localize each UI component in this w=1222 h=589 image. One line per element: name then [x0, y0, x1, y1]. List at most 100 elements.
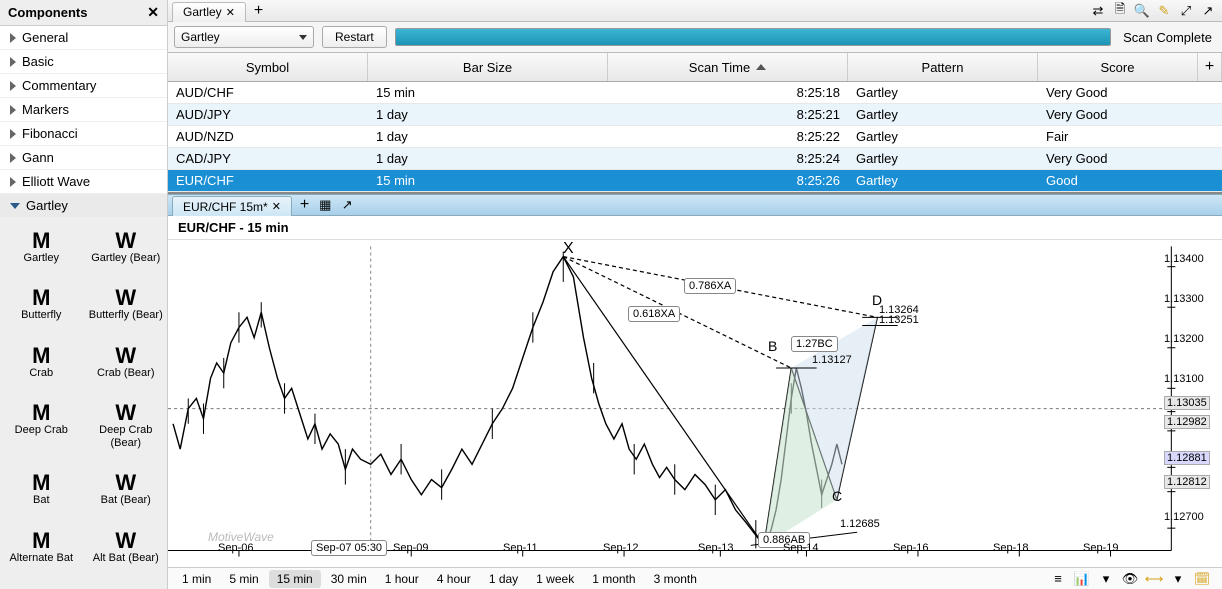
table-row[interactable]: CAD/JPY1 day8:25:24GartleyVery Good	[168, 148, 1222, 170]
add-tab-button[interactable]: +	[246, 2, 271, 20]
palette-crab-bear-[interactable]: WCrab (Bear)	[85, 341, 168, 396]
palette-deep-crab-bear-[interactable]: WDeep Crab (Bear)	[85, 398, 168, 466]
pattern-glyph-icon: W	[115, 530, 136, 552]
pattern-glyph-icon: M	[32, 287, 50, 309]
palette-butterfly[interactable]: MButterfly	[0, 283, 83, 338]
chevron-right-icon	[10, 153, 16, 163]
col-score[interactable]: Score	[1038, 53, 1198, 81]
swap-icon[interactable]: ⇄	[1090, 3, 1106, 19]
sidebar-item-general[interactable]: General	[0, 26, 167, 50]
pattern-glyph-icon: M	[32, 345, 50, 367]
close-icon[interactable]: ✕	[226, 6, 235, 19]
palette-gartley-bear-[interactable]: WGartley (Bear)	[85, 226, 168, 281]
palette-bat[interactable]: MBat	[0, 468, 83, 523]
timeframe-1min[interactable]: 1 min	[174, 570, 219, 588]
grid-icon[interactable]: ▦	[317, 197, 333, 213]
calendar-icon[interactable]: 🗓	[1194, 571, 1210, 587]
add-column-button[interactable]: +	[1198, 53, 1222, 81]
scan-status: Scan Complete	[1119, 30, 1216, 45]
timeframe-5min[interactable]: 5 min	[221, 570, 266, 588]
sidebar-item-fibonacci[interactable]: Fibonacci	[0, 122, 167, 146]
scan-toolbar: Gartley Restart Scan Complete	[168, 22, 1222, 53]
sidebar-item-label: Gartley	[26, 198, 68, 213]
x-tick: Sep-06	[218, 542, 253, 554]
label-618xa: 0.618XA	[628, 306, 680, 322]
timeframe-1month[interactable]: 1 month	[584, 570, 643, 588]
pencil-icon[interactable]: ✎	[1156, 3, 1172, 19]
sidebar-item-elliott-wave[interactable]: Elliott Wave	[0, 170, 167, 194]
popout-icon[interactable]: ↗	[1200, 3, 1216, 19]
candle-icon[interactable]: 📊	[1074, 571, 1090, 587]
palette-butterfly-bear-[interactable]: WButterfly (Bear)	[85, 283, 168, 338]
add-chart-tab-button[interactable]: +	[292, 196, 317, 214]
chart-tab[interactable]: EUR/CHF 15m* ✕	[172, 196, 292, 216]
x-tick: Sep-14	[783, 542, 818, 554]
progress-bar	[395, 28, 1111, 46]
palette-crab[interactable]: MCrab	[0, 341, 83, 396]
chart-body[interactable]: X B C D 0.786XA 0.618XA 1.27BC 0.886AB 1…	[168, 239, 1222, 567]
timeframe-1week[interactable]: 1 week	[528, 570, 582, 588]
expand-icon[interactable]: ⤢	[1178, 3, 1194, 19]
x-tick: Sep-11	[503, 542, 538, 554]
pattern-glyph-icon: M	[32, 472, 50, 494]
strategy-dropdown[interactable]: Gartley	[174, 26, 314, 48]
col-pattern[interactable]: Pattern	[848, 53, 1038, 81]
y-tick: 1.12982	[1164, 415, 1210, 429]
tab-gartley[interactable]: Gartley ✕	[172, 2, 246, 22]
col-barsize[interactable]: Bar Size	[368, 53, 608, 81]
dropdown-icon[interactable]: ▾	[1098, 571, 1114, 587]
table-row[interactable]: EUR/CHF15 min8:25:26GartleyGood	[168, 170, 1222, 192]
timeframe-30min[interactable]: 30 min	[323, 570, 375, 588]
close-icon[interactable]: ✕	[272, 200, 281, 213]
pattern-glyph-icon: M	[32, 530, 50, 552]
col-symbol[interactable]: Symbol	[168, 53, 368, 81]
level-a: 1.12685	[840, 518, 880, 530]
chevron-right-icon	[10, 129, 16, 139]
label-786xa: 0.786XA	[684, 278, 736, 294]
close-icon[interactable]: ✕	[147, 4, 159, 21]
timeframe-3month[interactable]: 3 month	[646, 570, 705, 588]
main-tabbar: Gartley ✕ + ⇄ 🗎 🔍 ✎ ⤢ ↗	[168, 0, 1222, 22]
timeframe-1hour[interactable]: 1 hour	[377, 570, 427, 588]
restart-button[interactable]: Restart	[322, 26, 387, 48]
pattern-glyph-icon: W	[115, 402, 136, 424]
popout-icon[interactable]: ↗	[339, 197, 355, 213]
sidebar-item-commentary[interactable]: Commentary	[0, 74, 167, 98]
col-scantime[interactable]: Scan Time	[608, 53, 848, 81]
chart-title: EUR/CHF - 15 min	[168, 216, 1222, 239]
y-tick: 1.13300	[1164, 293, 1204, 305]
palette-gartley[interactable]: MGartley	[0, 226, 83, 281]
list-icon[interactable]: ≡	[1050, 571, 1066, 587]
x-tick: Sep-18	[993, 542, 1028, 554]
x-tick: Sep-19	[1083, 542, 1118, 554]
y-tick: 1.12812	[1164, 475, 1210, 489]
dropdown-icon[interactable]: ▾	[1170, 571, 1186, 587]
results-table: Symbol Bar Size Scan Time Pattern Score …	[168, 53, 1222, 194]
timeframe-4hour[interactable]: 4 hour	[429, 570, 479, 588]
sidebar-item-gann[interactable]: Gann	[0, 146, 167, 170]
palette-bat-bear-[interactable]: WBat (Bear)	[85, 468, 168, 523]
table-row[interactable]: AUD/CHF15 min8:25:18GartleyVery Good	[168, 82, 1222, 104]
eye-icon[interactable]: 👁	[1122, 571, 1138, 587]
sidebar-item-markers[interactable]: Markers	[0, 98, 167, 122]
range-icon[interactable]: ⟷	[1146, 571, 1162, 587]
x-tick: Sep-12	[603, 542, 638, 554]
table-row[interactable]: AUD/NZD1 day8:25:22GartleyFair	[168, 126, 1222, 148]
sidebar-item-label: General	[22, 30, 68, 45]
chevron-down-icon	[299, 35, 307, 40]
table-row[interactable]: AUD/JPY1 day8:25:21GartleyVery Good	[168, 104, 1222, 126]
sidebar-item-basic[interactable]: Basic	[0, 50, 167, 74]
pattern-glyph-icon: W	[115, 287, 136, 309]
x-tick: Sep-16	[893, 542, 928, 554]
search-icon[interactable]: 🔍	[1134, 3, 1150, 19]
palette-alt-bat-bear-[interactable]: WAlt Bat (Bear)	[85, 526, 168, 581]
sidebar-item-gartley[interactable]: Gartley	[0, 194, 167, 218]
document-icon[interactable]: 🗎	[1112, 3, 1128, 19]
palette-deep-crab[interactable]: MDeep Crab	[0, 398, 83, 466]
y-tick: 1.12881	[1164, 451, 1210, 465]
palette-alternate-bat[interactable]: MAlternate Bat	[0, 526, 83, 581]
chevron-right-icon	[10, 33, 16, 43]
pattern-glyph-icon: W	[115, 230, 136, 252]
timeframe-15min[interactable]: 15 min	[269, 570, 321, 588]
timeframe-1day[interactable]: 1 day	[481, 570, 526, 588]
